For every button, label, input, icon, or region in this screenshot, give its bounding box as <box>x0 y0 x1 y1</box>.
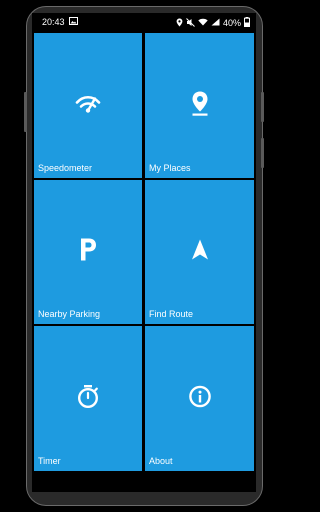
speedometer-tile[interactable]: Speedometer <box>34 33 142 178</box>
battery-text: 40% <box>222 18 241 28</box>
menu-grid: Speedometer My Places Nearby Parking Fin… <box>34 33 254 476</box>
phone-side-button <box>24 92 27 132</box>
phone-side-button <box>261 92 264 122</box>
tile-label: Timer <box>38 456 61 466</box>
navigation-bar <box>32 476 256 492</box>
info-icon <box>188 385 211 412</box>
tile-label: About <box>149 456 173 466</box>
image-icon <box>68 17 78 27</box>
status-time: 20:43 <box>42 17 65 27</box>
signal-icon <box>211 18 220 28</box>
nearby-parking-tile[interactable]: Nearby Parking <box>34 180 142 324</box>
navigation-arrow-icon <box>191 239 209 266</box>
phone-side-button <box>261 138 264 168</box>
status-bar: 20:43 40% <box>32 13 256 32</box>
find-route-tile[interactable]: Find Route <box>145 180 254 324</box>
mute-icon <box>186 17 195 29</box>
location-icon <box>176 18 183 29</box>
wifi-icon <box>198 18 208 28</box>
stopwatch-icon <box>77 384 99 413</box>
tile-label: Nearby Parking <box>38 309 101 319</box>
my-places-tile[interactable]: My Places <box>145 33 254 178</box>
tile-label: Find Route <box>149 309 194 319</box>
tile-label: Speedometer <box>38 163 93 173</box>
speedometer-icon <box>75 93 101 118</box>
timer-tile[interactable]: Timer <box>34 326 142 471</box>
location-pin-icon <box>191 90 209 121</box>
battery-icon <box>244 17 250 29</box>
parking-icon <box>79 238 97 267</box>
tile-label: My Places <box>149 163 191 173</box>
about-tile[interactable]: About <box>145 326 254 471</box>
app-screen: 20:43 40% Speedometer My Places Nearby P… <box>32 13 256 492</box>
